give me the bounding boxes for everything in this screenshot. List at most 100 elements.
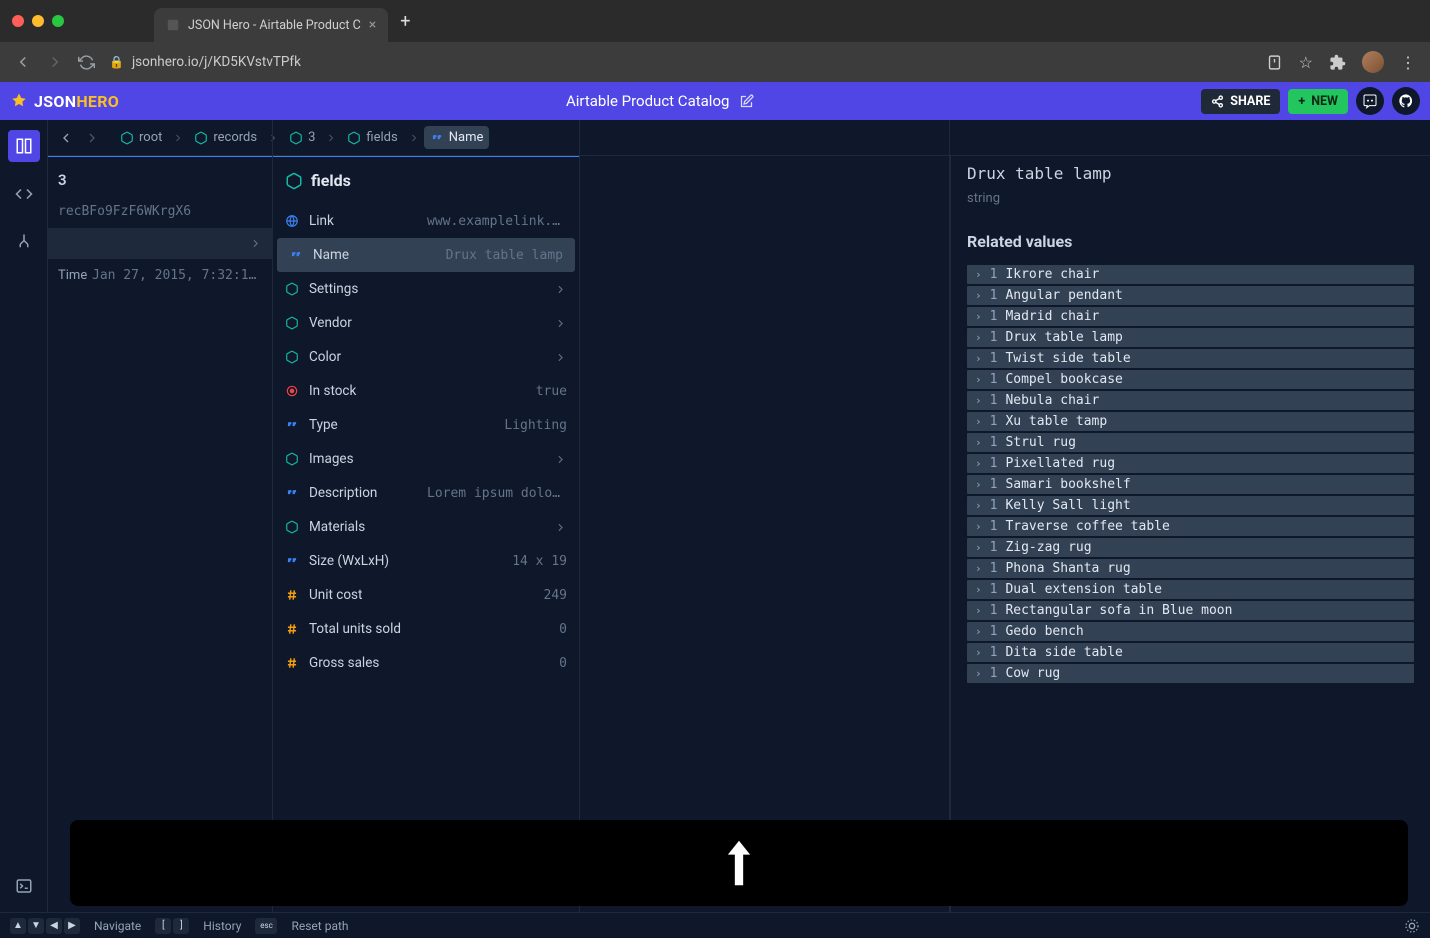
field-row[interactable]: DescriptionLorem ipsum dolor sit am…	[273, 476, 579, 510]
footer-right-icon[interactable]	[1404, 918, 1420, 934]
browser-tab[interactable]: JSON Hero - Airtable Product C ×	[154, 8, 388, 42]
field-row[interactable]: Settings	[273, 272, 579, 306]
field-row[interactable]: Total units sold0	[273, 612, 579, 646]
field-row[interactable]: Size (WxLxH)14 x 19	[273, 544, 579, 578]
related-item[interactable]: ›1Strul rug	[967, 433, 1414, 452]
minimize-window-button[interactable]	[32, 15, 44, 27]
related-name: Angular pendant	[1005, 288, 1122, 303]
detail-panel: Name Drux table lamp string Related valu…	[950, 120, 1430, 912]
related-item[interactable]: ›1Kelly Sall light	[967, 496, 1414, 515]
document-title: Airtable Product Catalog	[566, 92, 754, 110]
related-index: 1	[990, 561, 998, 576]
window-controls	[12, 15, 64, 27]
related-item[interactable]: ›1Compel bookcase	[967, 370, 1414, 389]
discord-button[interactable]	[1356, 87, 1384, 115]
footer: ▲ ▼ ◀ ▶ Navigate [ ] History esc Reset p…	[0, 912, 1430, 938]
rail-code-view[interactable]	[8, 178, 40, 210]
related-item[interactable]: ›1Zig-zag rug	[967, 538, 1414, 557]
related-name: Phona Shanta rug	[1005, 561, 1130, 576]
related-index: 1	[990, 456, 998, 471]
chevron-right-icon: ›	[975, 289, 982, 302]
field-row[interactable]: Gross sales0	[273, 646, 579, 680]
box-icon	[285, 452, 299, 466]
field-row[interactable]: TypeLighting	[273, 408, 579, 442]
related-item[interactable]: ›1Rectangular sofa in Blue moon	[967, 601, 1414, 620]
related-name: Twist side table	[1005, 351, 1130, 366]
related-item[interactable]: ›1Xu table tamp	[967, 412, 1414, 431]
left-rail	[0, 120, 48, 912]
related-item[interactable]: ›1Drux table lamp	[967, 328, 1414, 347]
terminal-icon	[15, 877, 33, 895]
field-row[interactable]: Materials	[273, 510, 579, 544]
app-header: JSONHERO Airtable Product Catalog SHARE …	[0, 82, 1430, 120]
column-1-item[interactable]	[48, 228, 272, 259]
related-index: 1	[990, 519, 998, 534]
related-item[interactable]: ›1Samari bookshelf	[967, 475, 1414, 494]
chevron-right-icon: ›	[975, 604, 982, 617]
browser-toolbar: 🔒 jsonhero.io/j/KD5KVstvTPfk ☆ ⋮	[0, 42, 1430, 82]
related-name: Strul rug	[1005, 435, 1075, 450]
related-item[interactable]: ›1Gedo bench	[967, 622, 1414, 641]
edit-title-icon[interactable]	[739, 94, 754, 109]
related-item[interactable]: ›1Dita side table	[967, 643, 1414, 662]
history-keys: [ ]	[155, 918, 189, 934]
related-item[interactable]: ›1Cow rug	[967, 664, 1414, 683]
related-item[interactable]: ›1Nebula chair	[967, 391, 1414, 410]
logo[interactable]: JSONHERO	[10, 92, 119, 111]
related-values-list: ›1Ikrore chair›1Angular pendant›1Madrid …	[967, 265, 1414, 683]
related-item[interactable]: ›1Pixellated rug	[967, 454, 1414, 473]
field-value: Lighting	[504, 418, 567, 433]
field-label: Images	[309, 451, 354, 467]
new-tab-button[interactable]: +	[400, 11, 410, 32]
related-item[interactable]: ›1Dual extension table	[967, 580, 1414, 599]
code-icon	[15, 185, 33, 203]
share-label: SHARE	[1230, 94, 1270, 109]
related-item[interactable]: ›1Traverse coffee table	[967, 517, 1414, 536]
column-1-item[interactable]: recBFo9FzF6WKrgX6	[48, 195, 272, 228]
related-item[interactable]: ›1Madrid chair	[967, 307, 1414, 326]
field-row[interactable]: Color	[273, 340, 579, 374]
field-row[interactable]: Images	[273, 442, 579, 476]
share-url-icon[interactable]	[1266, 54, 1283, 71]
reload-button[interactable]	[78, 54, 95, 71]
url-text: jsonhero.io/j/KD5KVstvTPfk	[132, 54, 301, 70]
browser-menu-icon[interactable]: ⋮	[1400, 53, 1416, 72]
key-bracket-left-icon: [	[155, 918, 171, 934]
profile-avatar[interactable]	[1362, 51, 1384, 73]
column-1-item[interactable]: TimeJan 27, 2015, 7:32:12 P…	[48, 259, 272, 292]
related-item[interactable]: ›1Phona Shanta rug	[967, 559, 1414, 578]
close-tab-icon[interactable]: ×	[369, 17, 376, 33]
github-button[interactable]	[1392, 87, 1420, 115]
field-row[interactable]: In stocktrue	[273, 374, 579, 408]
rail-terminal[interactable]	[8, 870, 40, 902]
chevron-right-icon: ›	[975, 373, 982, 386]
back-button[interactable]	[14, 53, 32, 71]
key-esc-icon: esc	[255, 918, 277, 934]
rail-columns-view[interactable]	[8, 130, 40, 162]
share-button[interactable]: SHARE	[1201, 89, 1280, 114]
bookmark-icon[interactable]: ☆	[1299, 53, 1313, 72]
field-row[interactable]: Linkwww.examplelink.com	[273, 204, 579, 238]
address-bar[interactable]: 🔒 jsonhero.io/j/KD5KVstvTPfk	[109, 54, 1252, 70]
forward-button[interactable]	[46, 53, 64, 71]
quote-icon	[289, 248, 303, 262]
field-row[interactable]: Unit cost249	[273, 578, 579, 612]
extensions-icon[interactable]	[1329, 54, 1346, 71]
field-row[interactable]: Vendor	[273, 306, 579, 340]
close-window-button[interactable]	[12, 15, 24, 27]
new-button[interactable]: + NEW	[1288, 89, 1348, 114]
related-index: 1	[990, 393, 998, 408]
field-value: 0	[559, 656, 567, 671]
rail-tree-view[interactable]	[8, 226, 40, 258]
related-item[interactable]: ›1Angular pendant	[967, 286, 1414, 305]
related-name: Pixellated rug	[1005, 456, 1115, 471]
box-icon	[285, 520, 299, 534]
related-index: 1	[990, 603, 998, 618]
related-item[interactable]: ›1Twist side table	[967, 349, 1414, 368]
field-row[interactable]: NameDrux table lamp	[277, 238, 575, 272]
related-item[interactable]: ›1Ikrore chair	[967, 265, 1414, 284]
maximize-window-button[interactable]	[52, 15, 64, 27]
reset-keys: esc	[255, 918, 277, 934]
globe-icon	[285, 214, 299, 228]
field-label: Description	[309, 485, 377, 501]
